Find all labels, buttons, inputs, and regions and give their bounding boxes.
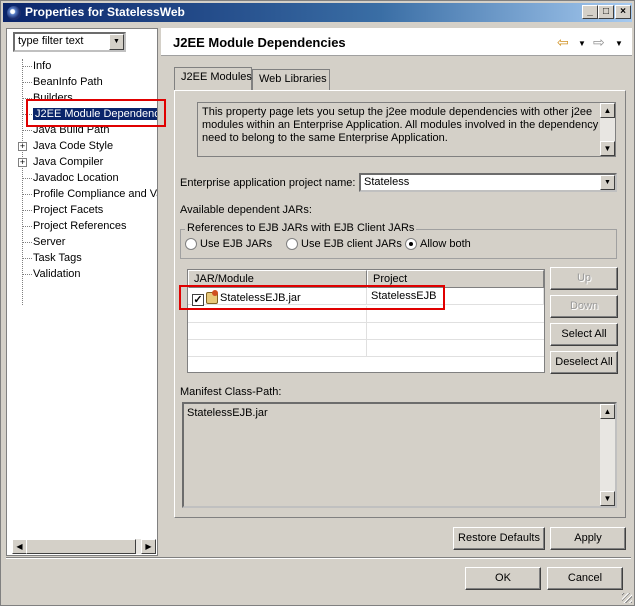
scroll-thumb[interactable] (26, 539, 136, 554)
scroll-up-icon[interactable]: ▲ (600, 103, 615, 118)
deselect-all-button[interactable]: Deselect All (550, 351, 618, 374)
manifest-scrollbar[interactable]: ▲ ▼ (600, 404, 615, 506)
chevron-down-icon[interactable]: ▼ (109, 34, 124, 50)
tree-item-beaninfo-path[interactable]: BeanInfo Path (33, 75, 103, 90)
ear-label: Enterprise application project name: (180, 177, 356, 189)
description: This property page lets you setup the j2… (202, 106, 599, 144)
tree-horizontal-scrollbar[interactable]: ◀ ▶ (12, 539, 156, 554)
ear-project-value: Stateless (364, 176, 410, 188)
empty-cell (188, 340, 367, 357)
properties-dialog: Properties for StatelessWeb _ □ × type f… (0, 0, 635, 606)
filter-text: type filter text (18, 35, 84, 47)
chevron-down-icon[interactable]: ▼ (600, 175, 615, 190)
back-dropdown-icon[interactable]: ▼ (578, 39, 586, 48)
tree-connector (22, 274, 32, 275)
tree-item-profile-compliance[interactable]: Profile Compliance and Validation (33, 187, 157, 202)
footer-separator (6, 557, 631, 559)
table-row (188, 323, 544, 340)
radio-use-ejb-jars[interactable]: Use EJB JARs (185, 238, 272, 250)
radio-label: Allow both (420, 238, 471, 250)
tree-item-java-compiler[interactable]: Java Compiler (33, 155, 103, 170)
tree-line (22, 59, 23, 305)
radio-icon (286, 238, 298, 250)
references-group: References to EJB JARs with EJB Client J… (180, 222, 617, 259)
references-title: References to EJB JARs with EJB Client J… (185, 222, 417, 234)
highlight-annotation (179, 285, 445, 310)
maximize-button[interactable]: □ (598, 5, 614, 19)
tree-connector (22, 210, 32, 211)
resize-grip-icon[interactable] (622, 593, 632, 603)
scroll-down-icon[interactable]: ▼ (600, 491, 615, 506)
radio-label: Use EJB JARs (200, 238, 273, 250)
manifest-label: Manifest Class-Path: (180, 386, 282, 398)
eclipse-icon (7, 6, 21, 20)
tree-connector (22, 82, 32, 83)
manifest-value: StatelessEJB.jar (187, 407, 268, 419)
tree-connector (22, 194, 32, 195)
radio-selected-icon (405, 238, 417, 250)
ok-button[interactable]: OK (465, 567, 541, 590)
highlight-annotation (26, 99, 166, 127)
page-header: J2EE Module Dependencies ⇦ ▼ ⇨ ▼ (161, 28, 632, 56)
radio-label: Use EJB client JARs (301, 238, 402, 250)
forward-dropdown-icon[interactable]: ▼ (615, 39, 623, 48)
cancel-button[interactable]: Cancel (547, 567, 623, 590)
title-bar: Properties for StatelessWeb _ □ × (3, 3, 632, 22)
restore-defaults-button[interactable]: Restore Defaults (453, 527, 545, 550)
empty-cell (188, 323, 367, 340)
tab-j2ee-modules[interactable]: J2EE Modules (174, 67, 252, 90)
table-row (188, 340, 544, 357)
tree-connector (22, 178, 32, 179)
tree-connector (22, 258, 32, 259)
tree-item-server[interactable]: Server (33, 235, 65, 250)
scroll-right-icon[interactable]: ▶ (141, 539, 156, 554)
radio-allow-both[interactable]: Allow both (405, 238, 471, 250)
page-title: J2EE Module Dependencies (173, 35, 346, 50)
tree-item-project-references[interactable]: Project References (33, 219, 127, 234)
manifest-field[interactable]: StatelessEJB.jar (182, 402, 617, 508)
filter-input[interactable]: type filter text ▼ (13, 32, 126, 52)
tree-connector (22, 66, 32, 67)
scroll-down-icon[interactable]: ▼ (600, 141, 615, 156)
scroll-left-icon[interactable]: ◀ (12, 539, 27, 554)
description-text: This property page lets you setup the j2… (197, 102, 616, 157)
forward-arrow-icon[interactable]: ⇨ (593, 34, 605, 51)
tree-item-task-tags[interactable]: Task Tags (33, 251, 82, 266)
window-title: Properties for StatelessWeb (25, 5, 185, 19)
available-jars-label: Available dependent JARs: (180, 204, 312, 216)
up-button[interactable]: Up (550, 267, 618, 290)
tree-item-java-code-style[interactable]: Java Code Style (33, 139, 113, 154)
select-all-button[interactable]: Select All (550, 323, 618, 346)
scroll-up-icon[interactable]: ▲ (600, 404, 615, 419)
description-scrollbar[interactable]: ▲ ▼ (600, 103, 615, 156)
expand-icon[interactable]: + (18, 158, 27, 167)
radio-icon (185, 238, 197, 250)
tree-item-validation[interactable]: Validation (33, 267, 81, 282)
radio-use-ejb-client-jars[interactable]: Use EJB client JARs (286, 238, 402, 250)
ear-project-select[interactable]: Stateless ▼ (359, 173, 617, 192)
back-arrow-icon[interactable]: ⇦ (557, 34, 569, 51)
close-button[interactable]: × (615, 5, 631, 19)
down-button[interactable]: Down (550, 295, 618, 318)
tree-item-javadoc-location[interactable]: Javadoc Location (33, 171, 119, 186)
expand-icon[interactable]: + (18, 142, 27, 151)
tree-connector (22, 242, 32, 243)
tree-item-project-facets[interactable]: Project Facets (33, 203, 103, 218)
tree-connector (22, 226, 32, 227)
minimize-button[interactable]: _ (582, 5, 598, 19)
tree-connector (22, 130, 32, 131)
tree-item-info[interactable]: Info (33, 59, 51, 74)
apply-button[interactable]: Apply (550, 527, 626, 550)
tab-web-libraries[interactable]: Web Libraries (252, 69, 330, 90)
